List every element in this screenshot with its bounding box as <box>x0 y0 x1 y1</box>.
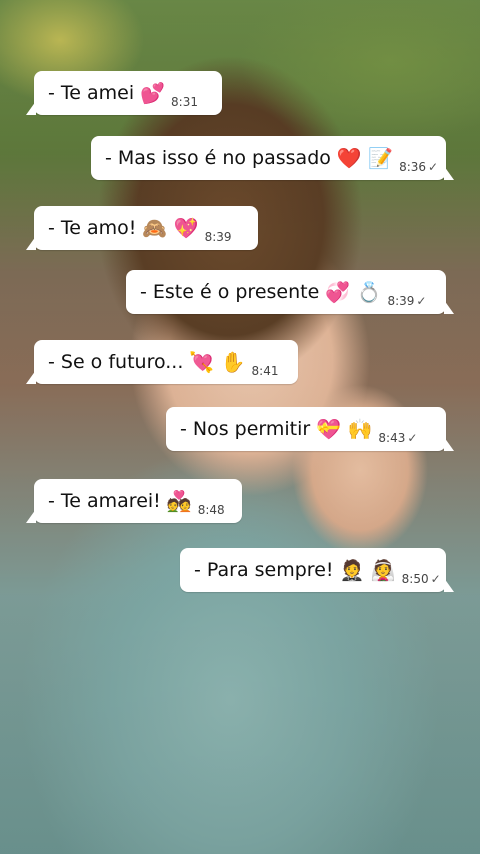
message-text: - Te amo! <box>48 217 137 239</box>
message-meta: 8:39 ✓ <box>387 294 426 308</box>
message-bubble-4[interactable]: - Este é o presente 💞 💍 8:39 ✓ <box>126 270 454 314</box>
chat-area: - Te amei 💕 8:31 - Mas isso é no passado… <box>0 0 480 854</box>
monkey-heart-emoji: 🙈 💖 <box>142 216 199 240</box>
message-text: - Te amarei! <box>48 490 161 512</box>
bubble-tail <box>444 578 454 592</box>
sent-check-icon: ✓ <box>407 431 418 445</box>
message-time: 8:36 <box>399 160 427 174</box>
message-meta: 8:31 <box>171 95 198 109</box>
message-time: 8:31 <box>171 95 198 109</box>
message-text: - Te amei <box>48 82 135 104</box>
message-meta: 8:41 <box>252 364 279 378</box>
couple-emoji: 💑 <box>166 489 192 513</box>
message-time: 8:43 <box>378 431 406 445</box>
bubble-tail <box>444 300 454 314</box>
bubble-tail <box>26 101 36 115</box>
heart-memo-emoji: ❤️ 📝 <box>336 146 394 170</box>
message-text: - Se o futuro... <box>48 351 184 373</box>
message-bubble-3[interactable]: - Te amo! 🙈 💖 8:39 <box>26 206 258 250</box>
message-bubble-1[interactable]: - Te amei 💕 8:31 <box>26 71 222 115</box>
message-time: 8:41 <box>251 364 279 378</box>
message-text: - Mas isso é no passado <box>105 147 331 169</box>
bubble-tail <box>444 166 454 180</box>
hearts-ring-emoji: 💞 💍 <box>325 280 382 304</box>
message-bubble-5[interactable]: - Se o futuro... 💘 ✋ 8:41 <box>26 340 298 384</box>
message-meta: 8:50 ✓ <box>402 572 441 586</box>
message-text: - Para sempre! <box>194 559 334 581</box>
message-time: 8:39 <box>204 230 232 244</box>
sent-check-icon: ✓ <box>428 160 439 174</box>
message-meta: 8:39 <box>205 230 232 244</box>
message-bubble-8[interactable]: - Para sempre! 🤵 👰 8:50 ✓ <box>180 548 454 592</box>
message-text: - Este é o presente <box>140 281 320 303</box>
message-bubble-7[interactable]: - Te amarei! 💑 8:48 <box>26 479 242 523</box>
groom-bride-emoji: 🤵 👰 <box>339 558 396 582</box>
message-meta: 8:36 ✓ <box>399 160 438 174</box>
message-time: 8:48 <box>197 503 225 517</box>
message-meta: 8:48 <box>198 503 225 517</box>
gift-heart-hands-emoji: 💝 🙌 <box>316 417 373 441</box>
message-time: 8:50 <box>401 572 429 586</box>
bubble-tail <box>26 370 36 384</box>
message-meta: 8:43 ✓ <box>378 431 417 445</box>
sent-check-icon: ✓ <box>416 294 427 308</box>
message-bubble-2[interactable]: - Mas isso é no passado ❤️ 📝 8:36 ✓ <box>91 136 454 180</box>
bubble-tail <box>26 509 36 523</box>
message-text: - Nos permitir <box>180 418 311 440</box>
bubble-tail <box>444 437 454 451</box>
heart-emoji: 💕 <box>140 81 166 105</box>
bubble-tail <box>26 236 36 250</box>
arrow-heart-hand-emoji: 💘 ✋ <box>189 350 246 374</box>
message-time: 8:39 <box>387 294 415 308</box>
message-bubble-6[interactable]: - Nos permitir 💝 🙌 8:43 ✓ <box>166 407 454 451</box>
sent-check-icon: ✓ <box>430 572 441 586</box>
